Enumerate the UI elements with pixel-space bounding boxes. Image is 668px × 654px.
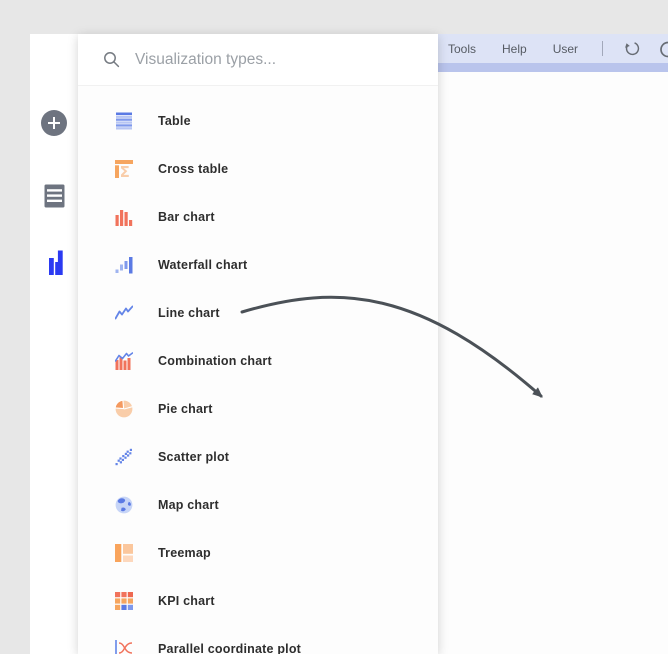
cross-table-icon xyxy=(115,160,133,178)
menu-item-help[interactable]: Help xyxy=(502,42,527,56)
viz-type-label: Bar chart xyxy=(158,210,215,224)
bar-chart-icon xyxy=(48,250,63,275)
redo-icon-partial[interactable] xyxy=(657,41,668,58)
viz-type-row-map-chart[interactable]: Map chart xyxy=(78,481,438,529)
viz-type-label: Map chart xyxy=(158,498,219,512)
viz-type-row-pie-chart[interactable]: Pie chart xyxy=(78,385,438,433)
viz-type-label: Cross table xyxy=(158,162,229,176)
treemap-icon xyxy=(115,544,133,562)
viz-type-label: Pie chart xyxy=(158,402,213,416)
viz-type-label: Combination chart xyxy=(158,354,272,368)
menu-divider xyxy=(602,41,604,56)
viz-type-row-kpi-chart[interactable]: KPI chart xyxy=(78,577,438,625)
visualization-types-panel: Table Cross table Bar chart Waterfall ch… xyxy=(78,34,438,654)
viz-type-row-cross-table[interactable]: Cross table xyxy=(78,145,438,193)
viz-type-row-line-chart[interactable]: Line chart xyxy=(78,289,438,337)
visualization-list: Table Cross table Bar chart Waterfall ch… xyxy=(78,86,438,654)
viz-type-row-bar-chart[interactable]: Bar chart xyxy=(78,193,438,241)
menu-item-user[interactable]: User xyxy=(553,42,578,56)
kpi-chart-icon xyxy=(115,592,133,610)
search-bar xyxy=(78,34,438,86)
combination-chart-icon xyxy=(115,352,133,370)
viz-type-row-parallel-coordinate-plot[interactable]: Parallel coordinate plot xyxy=(78,625,438,654)
toolbar-accent-strip xyxy=(438,63,668,72)
bar-chart-viz-icon xyxy=(115,208,133,226)
map-chart-icon xyxy=(115,496,133,514)
viz-type-label: Treemap xyxy=(158,546,211,560)
menu-item-tools[interactable]: Tools xyxy=(448,42,476,56)
pie-chart-icon xyxy=(115,400,133,418)
data-button[interactable] xyxy=(30,184,78,208)
viz-type-row-scatter-plot[interactable]: Scatter plot xyxy=(78,433,438,481)
viz-type-row-combination-chart[interactable]: Combination chart xyxy=(78,337,438,385)
parallel-coordinate-plot-icon xyxy=(115,640,133,654)
viz-type-label: Scatter plot xyxy=(158,450,230,464)
viz-type-label: Table xyxy=(158,114,191,128)
data-table-icon xyxy=(44,184,64,208)
undo-icon[interactable] xyxy=(623,40,641,58)
analysis-canvas[interactable] xyxy=(438,72,668,654)
search-icon xyxy=(104,52,120,68)
menu-bar: Tools Help User xyxy=(438,34,668,63)
left-sidebar xyxy=(30,34,78,654)
add-button[interactable] xyxy=(30,110,78,136)
viz-type-label: Parallel coordinate plot xyxy=(158,642,302,654)
viz-type-label: Line chart xyxy=(158,306,220,320)
visualizations-button[interactable] xyxy=(30,250,78,276)
plus-icon xyxy=(41,110,67,136)
viz-type-row-treemap[interactable]: Treemap xyxy=(78,529,438,577)
viz-type-label: Waterfall chart xyxy=(158,258,248,272)
viz-type-row-waterfall-chart[interactable]: Waterfall chart xyxy=(78,241,438,289)
viz-type-label: KPI chart xyxy=(158,594,215,608)
waterfall-chart-icon xyxy=(115,256,133,274)
line-chart-icon xyxy=(115,304,133,322)
search-input[interactable] xyxy=(133,49,407,70)
viz-type-row-table[interactable]: Table xyxy=(78,97,438,145)
application-window: Tools Help User Visualization types... T… xyxy=(0,0,668,654)
table-icon xyxy=(115,112,133,130)
scatter-plot-icon xyxy=(115,448,133,466)
